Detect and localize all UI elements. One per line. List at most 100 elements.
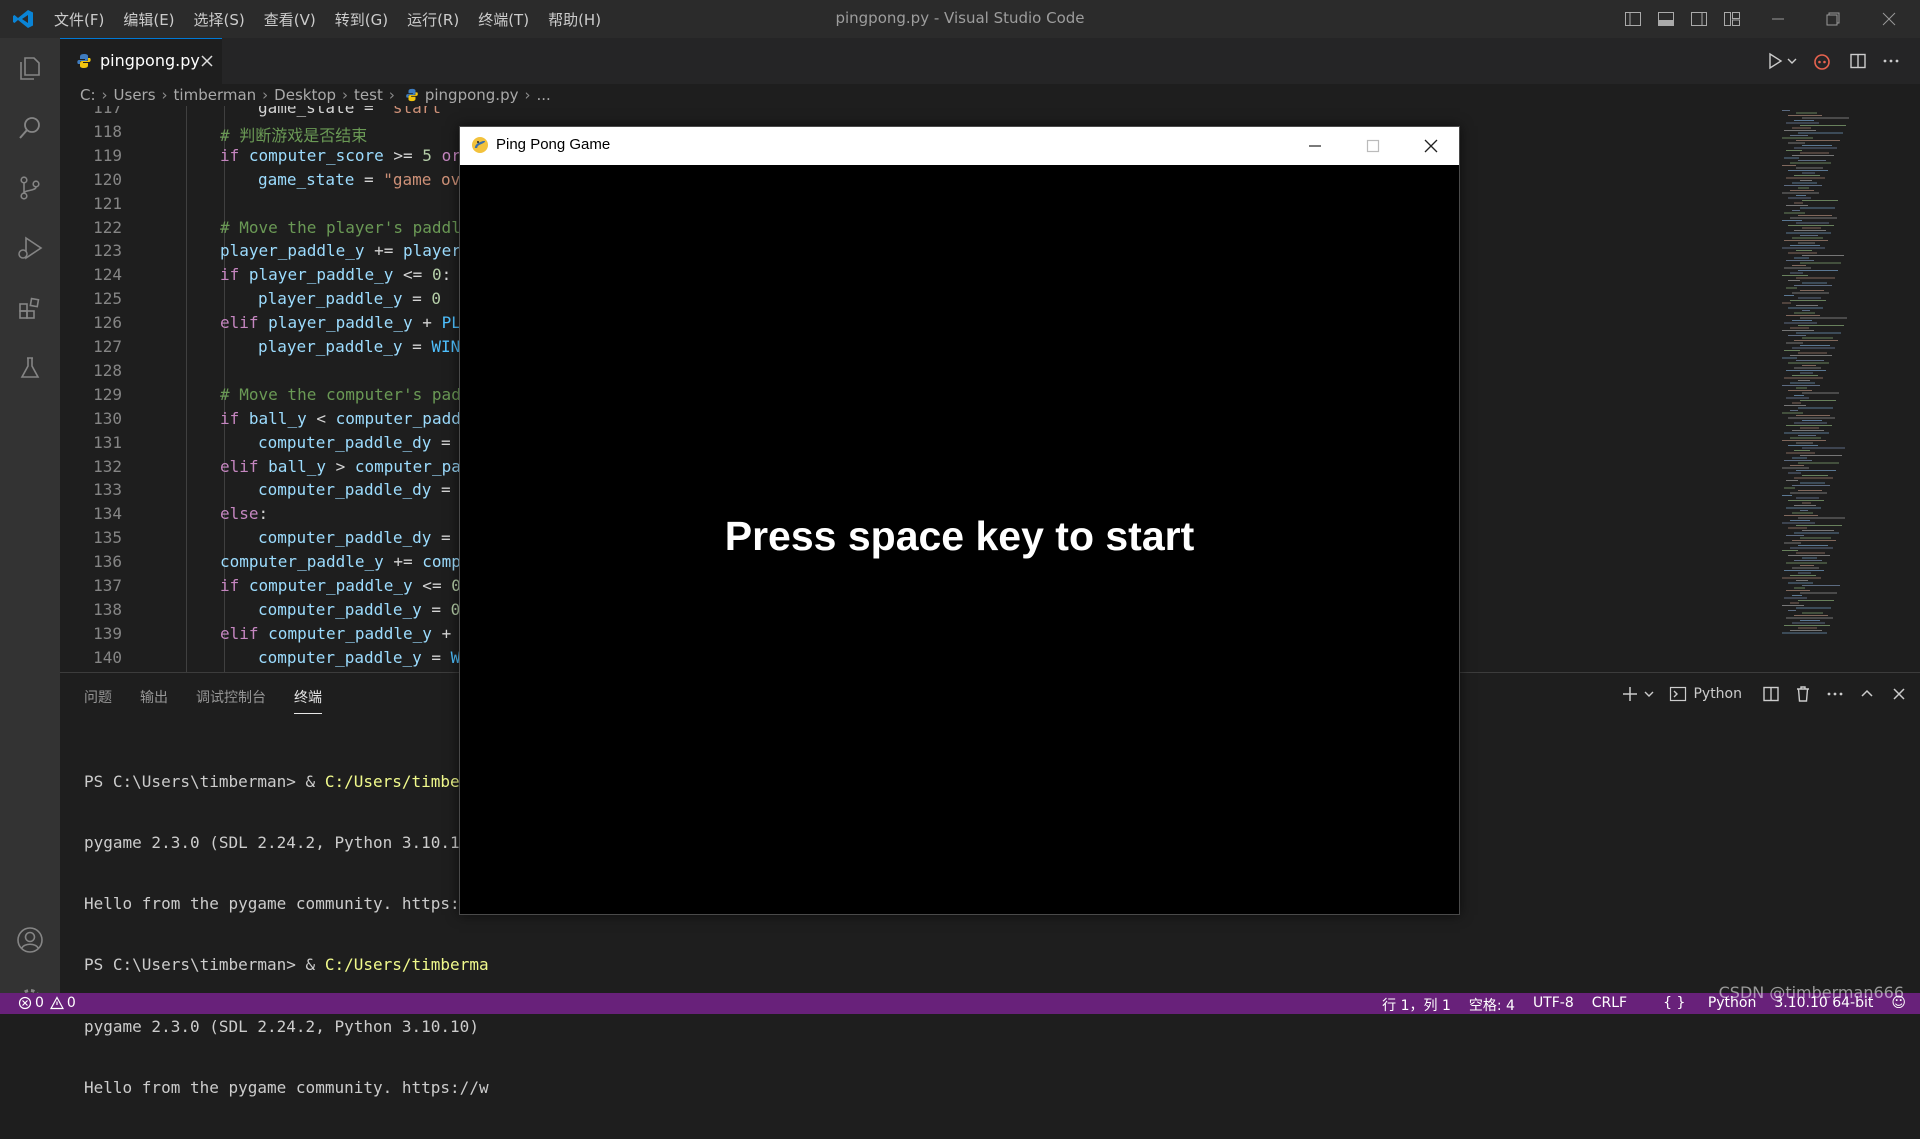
minimap-line (1800, 455, 1842, 456)
tab-label: pingpong.py (100, 51, 200, 70)
minimap-line (1800, 235, 1818, 236)
tab-debug-console[interactable]: 调试控制台 (196, 687, 266, 714)
minimap-line (1802, 172, 1815, 174)
split-editor-icon[interactable] (1849, 52, 1867, 70)
minimap-line (1794, 367, 1821, 369)
toggle-panel-icon[interactable] (1657, 10, 1675, 28)
close-panel-icon[interactable] (1890, 685, 1908, 703)
minimap-line (1800, 510, 1808, 511)
minimap-line (1802, 310, 1810, 311)
accounts-icon[interactable] (0, 916, 60, 964)
run-file-icon[interactable] (1766, 52, 1784, 70)
menu-bar: 文件(F) 编辑(E) 选择(S) 查看(V) 转到(G) 运行(R) 终端(T… (54, 0, 620, 38)
tab-output[interactable]: 输出 (140, 687, 168, 714)
editor-tab-bar (60, 38, 1920, 84)
minimap-line (1792, 595, 1802, 596)
minimap-line (1788, 445, 1818, 446)
minimize-icon[interactable] (1769, 10, 1787, 28)
split-terminal-icon[interactable] (1762, 685, 1780, 703)
chevron-right-icon: › (262, 86, 269, 104)
tab-problems[interactable]: 问题 (84, 687, 112, 714)
minimap-line (1794, 395, 1804, 396)
chevron-right-icon: › (342, 86, 349, 104)
breadcrumb-item[interactable]: C: (80, 86, 96, 104)
minimap-line (1790, 190, 1814, 191)
game-close-icon[interactable] (1423, 138, 1439, 154)
more-actions-icon[interactable] (1826, 685, 1844, 703)
extensions-icon[interactable] (0, 284, 60, 332)
new-terminal-plus-icon[interactable] (1621, 685, 1639, 703)
breadcrumb-item[interactable]: Users (114, 86, 156, 104)
testing-icon[interactable] (0, 344, 60, 392)
encoding-status[interactable]: UTF-8 (1533, 995, 1574, 1015)
game-minimize-icon[interactable] (1307, 138, 1323, 154)
pygame-window[interactable]: Ping Pong Game Press space key to start (459, 126, 1460, 915)
more-actions-icon[interactable] (1882, 52, 1900, 70)
minimap-line (1792, 182, 1817, 184)
terminal-output[interactable]: PS C:\Users\timberman> & C:/Users/timber… (84, 731, 489, 1139)
minimap-line (1790, 520, 1810, 521)
breadcrumb-item[interactable]: pingpong.py (425, 86, 519, 104)
menu-go[interactable]: 转到(G) (335, 9, 388, 30)
minimap-line (1784, 377, 1823, 379)
minimap-line (1798, 215, 1832, 216)
toggle-primary-sidebar-icon[interactable] (1624, 10, 1642, 28)
maximize-panel-chevron-up-icon[interactable] (1858, 685, 1876, 703)
breadcrumb-item[interactable]: test (354, 86, 383, 104)
menu-edit[interactable]: 编辑(E) (123, 9, 174, 30)
game-maximize-icon[interactable] (1365, 138, 1381, 154)
trash-icon[interactable] (1794, 685, 1812, 703)
minimap-line (1800, 125, 1846, 126)
tab-terminal[interactable]: 终端 (294, 687, 322, 714)
minimap[interactable] (1780, 106, 1900, 672)
chevron-down-icon[interactable] (1643, 689, 1655, 699)
menu-file[interactable]: 文件(F) (54, 9, 104, 30)
code-line: if player_paddle_y <= 0: (220, 265, 452, 284)
error-icon (18, 996, 32, 1010)
game-window-title-bar[interactable]: Ping Pong Game (460, 127, 1459, 165)
minimap-line (1800, 152, 1829, 154)
menu-view[interactable]: 查看(V) (264, 9, 316, 30)
minimap-line (1794, 202, 1803, 204)
menu-selection[interactable]: 选择(S) (194, 9, 245, 30)
editor-scrollbar[interactable] (1906, 106, 1920, 672)
minimap-line (1796, 140, 1840, 141)
menu-help[interactable]: 帮助(H) (548, 9, 601, 30)
terminal-shell-label[interactable]: Python (1693, 686, 1742, 702)
close-window-icon[interactable] (1880, 10, 1898, 28)
minimap-line (1790, 355, 1832, 356)
terminal-line: Hello from the pygame community. https:/… (84, 894, 489, 914)
activity-bar (0, 38, 60, 1011)
customize-layout-icon[interactable] (1723, 10, 1741, 28)
source-control-icon[interactable] (0, 164, 60, 212)
minimap-line (1786, 287, 1797, 289)
problems-status[interactable]: 0 0 (18, 995, 76, 1011)
code-line: elif ball_y > computer_pa (220, 457, 461, 476)
minimap-line (1792, 155, 1834, 156)
minimap-line (1792, 402, 1801, 404)
cursor-position[interactable]: 行 1，列 1 (1382, 995, 1451, 1015)
toggle-secondary-sidebar-icon[interactable] (1690, 10, 1708, 28)
minimap-line (1800, 262, 1841, 264)
breadcrumb-item[interactable]: Desktop (274, 86, 336, 104)
minimap-line (1792, 347, 1835, 349)
minimap-line (1800, 317, 1847, 319)
restore-icon[interactable] (1824, 10, 1842, 28)
explorer-icon[interactable] (0, 44, 60, 92)
minimap-line (1798, 462, 1839, 464)
tab-pingpong-py[interactable]: pingpong.py (60, 38, 222, 84)
copilot-icon[interactable] (1812, 51, 1832, 71)
menu-run[interactable]: 运行(R) (407, 9, 459, 30)
chevron-down-icon[interactable] (1786, 56, 1798, 66)
run-debug-icon[interactable] (0, 224, 60, 272)
indentation-status[interactable]: 空格: 4 (1469, 995, 1515, 1015)
breadcrumb-item[interactable]: ... (536, 86, 550, 104)
close-tab-icon[interactable] (200, 54, 214, 68)
menu-terminal[interactable]: 终端(T) (478, 9, 529, 30)
minimap-line (1792, 127, 1811, 129)
search-icon[interactable] (0, 104, 60, 152)
breadcrumb-item[interactable]: timberman (174, 86, 257, 104)
eol-status[interactable]: CRLF (1592, 995, 1627, 1015)
minimap-line (1792, 320, 1812, 321)
line-number: 133 (93, 480, 122, 499)
